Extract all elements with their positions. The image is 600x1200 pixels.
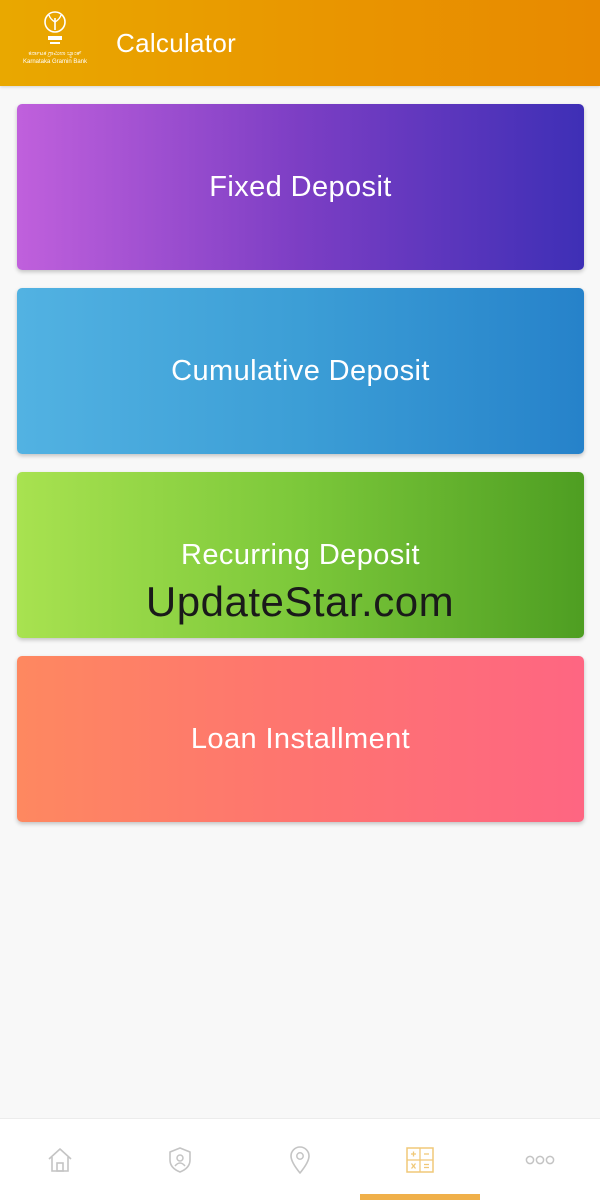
location-pin-icon — [290, 1145, 310, 1174]
nav-home[interactable] — [0, 1119, 120, 1200]
more-icon — [525, 1155, 555, 1164]
calculator-options: Fixed Deposit Cumulative Deposit Recurri… — [17, 104, 584, 840]
fixed-deposit-label: Fixed Deposit — [209, 170, 392, 203]
loan-installment-card[interactable]: Loan Installment — [17, 656, 584, 822]
nav-locator[interactable] — [240, 1119, 360, 1200]
loan-installment-label: Loan Installment — [190, 722, 411, 755]
bank-logo: ಕರ್ನಾಟಕ ಗ್ರಾಮೀಣ ಬ್ಯಾಂಕ್ Karnataka Gramin… — [22, 8, 88, 78]
cumulative-deposit-label: Cumulative Deposit — [171, 354, 430, 387]
recurring-deposit-label: Recurring Deposit — [181, 538, 420, 571]
app-header: ಕರ್ನಾಟಕ ಗ್ರಾಮೀಣ ಬ್ಯಾಂಕ್ Karnataka Gramin… — [0, 0, 600, 86]
recurring-deposit-card[interactable]: Recurring Deposit — [17, 472, 584, 638]
shield-user-icon — [169, 1146, 191, 1173]
nav-more[interactable] — [480, 1119, 600, 1200]
logo-text-kannada: ಕರ್ನಾಟಕ ಗ್ರಾಮೀಣ ಬ್ಯಾಂಕ್ — [28, 51, 82, 57]
fixed-deposit-card[interactable]: Fixed Deposit — [17, 104, 584, 270]
nav-security[interactable] — [120, 1119, 240, 1200]
bottom-navigation — [0, 1118, 600, 1200]
bank-emblem-icon — [44, 11, 66, 44]
logo-text-english: Karnataka Gramin Bank — [22, 59, 88, 65]
active-tab-indicator — [360, 1194, 480, 1200]
page-title: Calculator — [116, 27, 237, 58]
cumulative-deposit-card[interactable]: Cumulative Deposit — [17, 288, 584, 454]
app-root: ಕರ್ನಾಟಕ ಗ್ರಾಮೀಣ ಬ್ಯಾಂಕ್ Karnataka Gramin… — [0, 0, 600, 1200]
home-icon — [48, 1147, 72, 1172]
calculator-icon — [406, 1146, 434, 1173]
nav-calculator[interactable] — [360, 1119, 480, 1200]
